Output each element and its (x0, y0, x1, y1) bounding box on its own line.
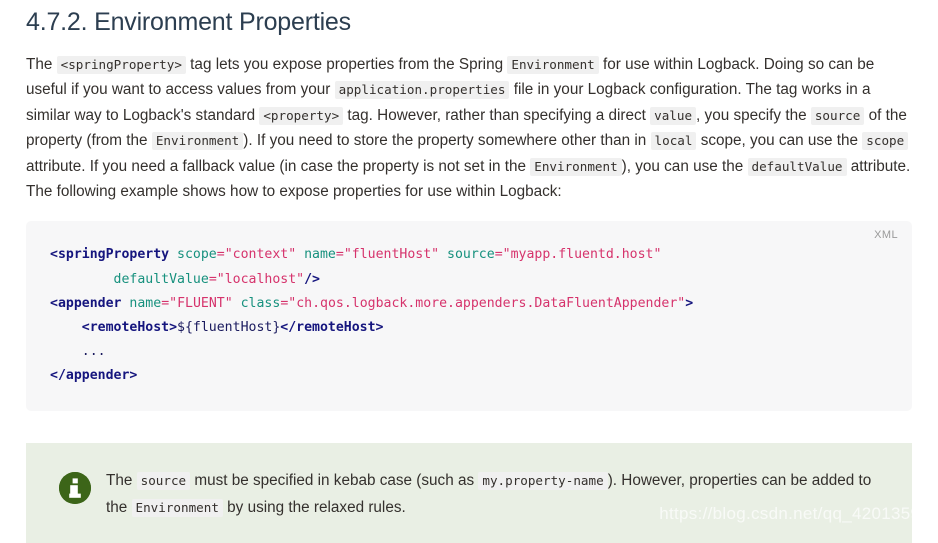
intro-paragraph: The <springProperty> tag lets you expose… (26, 56, 911, 201)
code-token: defaultValue (113, 271, 209, 287)
inline-code: Environment (151, 132, 244, 151)
code-token: name (304, 247, 336, 263)
code-token: <springProperty (50, 247, 170, 263)
code-token: > (685, 295, 694, 311)
inline-code: application.properties (334, 81, 510, 100)
inline-code: <property> (259, 106, 344, 125)
inline-code: value (650, 106, 697, 125)
code-token: ="myapp.fluentd.host" (494, 247, 662, 263)
code-token: ="ch.qos.logback.more.appenders.DataFlue… (280, 295, 686, 311)
code-token: ="context" (216, 247, 297, 263)
inline-code: defaultValue (747, 157, 847, 176)
code-token: class (240, 295, 281, 311)
inline-code: Environment (530, 157, 622, 176)
inline-code: source (810, 106, 865, 125)
code-token: ... (50, 344, 106, 360)
code-token: name (129, 295, 162, 311)
inline-code: local (650, 132, 697, 151)
code-block: XML <springProperty scope="context" name… (26, 221, 912, 411)
code-token: <remoteHost> (81, 320, 178, 336)
code-token: /> (304, 271, 320, 287)
code-token: </appender> (50, 368, 138, 384)
inline-code: scope (862, 132, 909, 151)
code-language-label: XML (874, 229, 898, 242)
code-token: source (447, 247, 495, 263)
code-token: ="localhost" (208, 271, 305, 287)
code-token: ="FLUENT" (161, 295, 233, 311)
document-page: 4.7.2. Environment Properties The <sprin… (0, 0, 938, 543)
inline-code: my.property-name (478, 471, 608, 490)
inline-code: Environment (507, 56, 599, 74)
inline-code: Environment (131, 498, 223, 517)
code-content: <springProperty scope="context" name="fl… (50, 243, 888, 388)
note-text: The source must be specified in kebab ca… (106, 471, 872, 517)
code-token: scope (177, 247, 217, 263)
inline-code: <springProperty> (56, 56, 186, 74)
inline-code: source (136, 471, 191, 490)
code-token: </remoteHost> (280, 320, 384, 336)
code-token: ="fluentHost" (335, 247, 440, 263)
code-token: <appender (50, 295, 122, 311)
page-title: 4.7.2. Environment Properties (26, 8, 351, 36)
note-icon-cell (44, 465, 106, 504)
info-icon (59, 471, 91, 504)
code-token: ${fluentHost} (177, 320, 281, 336)
